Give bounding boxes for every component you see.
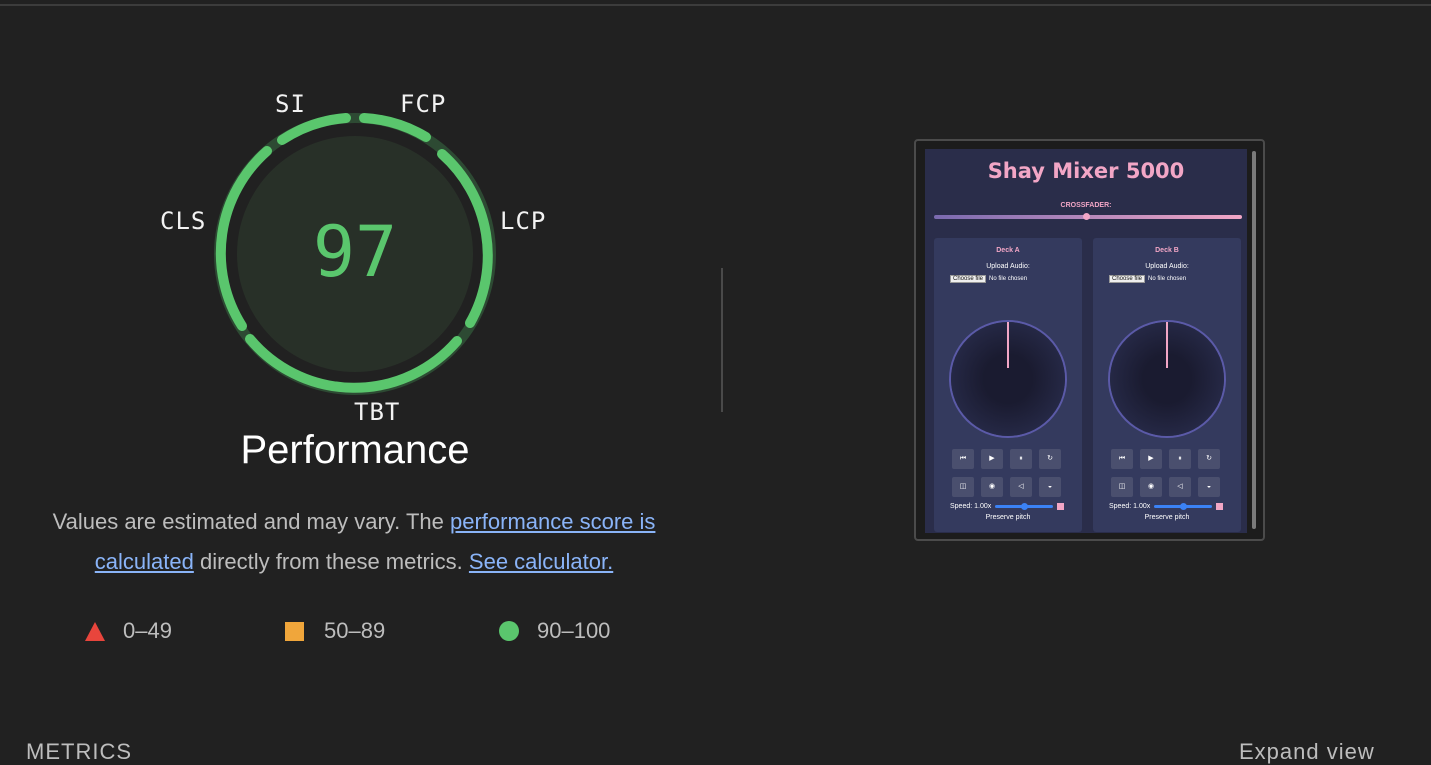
- record-icon: ◉: [981, 477, 1003, 497]
- preserve-pitch-label: Preserve pitch: [985, 514, 1031, 521]
- record-icon: ◉: [1140, 477, 1162, 497]
- speaker-icon: ◁: [1010, 477, 1032, 497]
- deck-title: Deck A: [996, 247, 1020, 254]
- thumbnail-scrollbar: [1252, 151, 1256, 529]
- see-calculator-link[interactable]: See calculator.: [469, 549, 613, 574]
- legend-item-pass: 90–100: [499, 618, 610, 644]
- previous-icon: ⏮: [1111, 449, 1133, 469]
- previous-icon: ⏮: [952, 449, 974, 469]
- legend-range-pass: 90–100: [537, 618, 611, 643]
- upload-label: Upload Audio:: [1145, 263, 1189, 270]
- play-icon: ▶: [981, 449, 1003, 469]
- gauge-segment-fcp: [359, 113, 431, 142]
- metric-label-si: SI: [275, 90, 306, 118]
- choose-file-button: Choose file: [950, 275, 987, 283]
- pause-icon: ⏸: [1010, 449, 1032, 469]
- app-title: Shay Mixer 5000: [987, 159, 1185, 183]
- control-row-1: ⏮ ▶ ⏸ ↻: [1111, 449, 1220, 469]
- performance-score: 97: [312, 211, 398, 293]
- turntable: [1110, 322, 1224, 436]
- square-icon: [285, 621, 304, 641]
- effect-icon: ◫: [1111, 477, 1133, 497]
- speed-label: Speed: 1.00x: [950, 503, 992, 510]
- pause-icon: ⏸: [1169, 449, 1191, 469]
- filter-icon: ◒: [1039, 477, 1061, 497]
- crossfader-label: CROSSFADER:: [1060, 202, 1112, 209]
- upload-label: Upload Audio:: [986, 263, 1030, 270]
- metric-label-lcp: LCP: [500, 207, 547, 235]
- screenshot-app: Shay Mixer 5000 CROSSFADER: Deck A Uploa…: [925, 149, 1247, 533]
- legend-range-average: 50–89: [324, 618, 386, 643]
- file-input: Choose file No file chosen: [1109, 275, 1186, 283]
- filter-icon: ◒: [1198, 477, 1220, 497]
- speaker-icon: ◁: [1169, 477, 1191, 497]
- legend-item-average: 50–89: [285, 618, 385, 644]
- score-legend: 0–49 50–89 90–100: [0, 618, 700, 648]
- circle-icon: [499, 621, 519, 641]
- preserve-pitch-checkbox: [1216, 503, 1224, 510]
- turntable-needle: [1007, 322, 1009, 368]
- expand-view-button[interactable]: Expand view: [1239, 739, 1375, 765]
- metric-label-fcp: FCP: [400, 90, 447, 118]
- triangle-icon: [85, 621, 105, 641]
- vertical-divider: [721, 268, 723, 412]
- speed-slider: [1154, 503, 1213, 510]
- play-icon: ▶: [1140, 449, 1162, 469]
- loop-icon: ↻: [1039, 449, 1061, 469]
- file-status: No file chosen: [989, 276, 1028, 282]
- legend-range-fail: 0–49: [123, 618, 172, 643]
- metric-label-tbt: TBT: [354, 398, 401, 426]
- score-description: Values are estimated and may vary. The p…: [30, 502, 678, 582]
- loop-icon: ↻: [1198, 449, 1220, 469]
- effect-icon: ◫: [952, 477, 974, 497]
- gauge-segment-si: [277, 113, 351, 145]
- performance-title: Performance: [240, 428, 470, 472]
- control-row-2: ◫ ◉ ◁ ◒: [952, 477, 1061, 497]
- control-row-1: ⏮ ▶ ⏸ ↻: [952, 449, 1061, 469]
- legend-item-fail: 0–49: [85, 618, 172, 644]
- deck-b: Deck B Upload Audio: Choose file No file…: [1093, 238, 1241, 532]
- turntable: [951, 322, 1065, 436]
- speed-control: Speed: 1.00x: [1109, 503, 1224, 510]
- turntable-needle: [1166, 322, 1168, 368]
- speed-label: Speed: 1.00x: [1109, 503, 1151, 510]
- speed-control: Speed: 1.00x: [950, 503, 1065, 510]
- description-text-before: Values are estimated and may vary. The: [52, 509, 450, 534]
- file-status: No file chosen: [1148, 276, 1187, 282]
- preserve-pitch-checkbox: [1057, 503, 1065, 510]
- metrics-heading: METRICS: [26, 739, 132, 764]
- metric-label-cls: CLS: [160, 207, 207, 235]
- top-divider: [0, 4, 1431, 6]
- control-row-2: ◫ ◉ ◁ ◒: [1111, 477, 1220, 497]
- crossfader-handle: [1083, 213, 1090, 220]
- deck-a: Deck A Upload Audio: Choose file No file…: [934, 238, 1082, 532]
- deck-title: Deck B: [1155, 247, 1179, 254]
- final-screenshot-thumbnail[interactable]: Shay Mixer 5000 CROSSFADER: Deck A Uploa…: [914, 139, 1265, 541]
- performance-gauge: SI FCP LCP TBT CLS 97: [150, 85, 560, 426]
- file-input: Choose file No file chosen: [950, 275, 1027, 283]
- speed-slider: [995, 503, 1054, 510]
- description-text-middle: directly from these metrics.: [193, 549, 469, 574]
- preserve-pitch-label: Preserve pitch: [1144, 514, 1190, 521]
- choose-file-button: Choose file: [1109, 275, 1146, 283]
